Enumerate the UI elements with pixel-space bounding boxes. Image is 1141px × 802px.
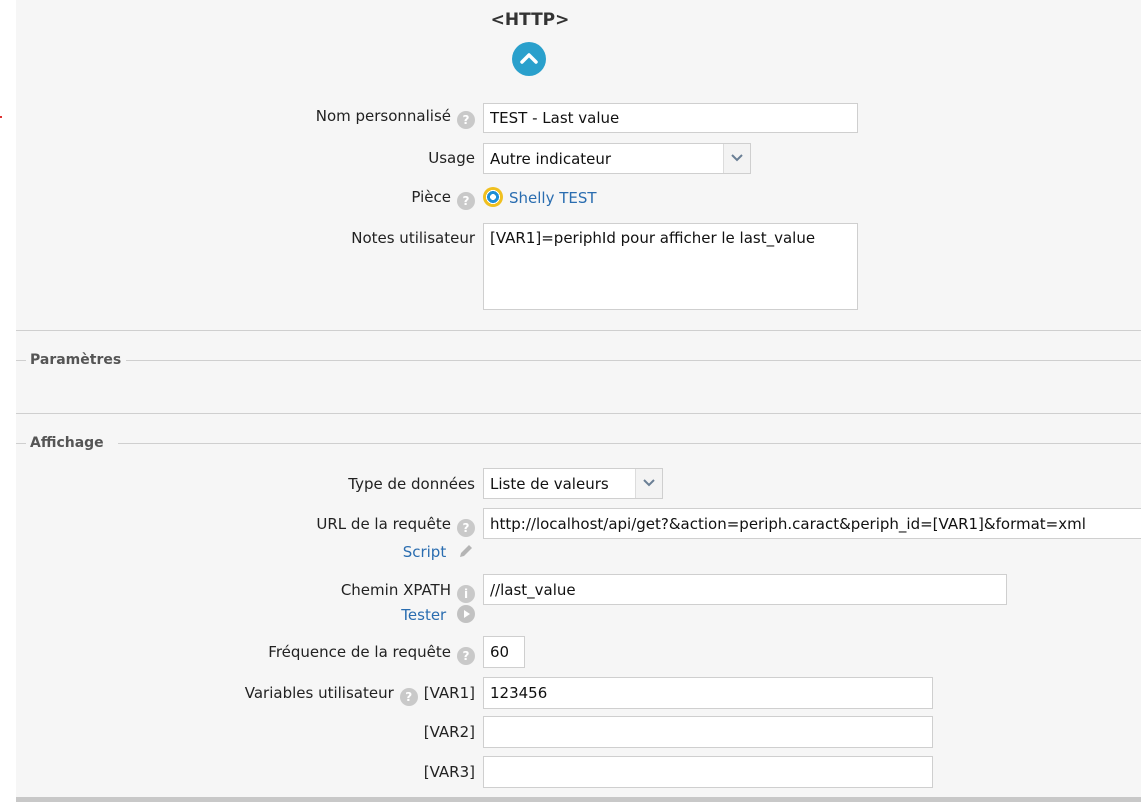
help-icon[interactable]: ? [457,111,475,129]
help-icon[interactable]: ? [399,688,418,706]
room-label: Pièce? [411,188,475,210]
usage-value: Autre indicateur [490,150,612,168]
name-input[interactable] [483,103,858,133]
play-icon[interactable] [457,605,475,623]
help-icon[interactable]: ? [457,647,475,665]
name-label: Nom personnalisé? [316,107,475,129]
var3-label: [VAR3] [423,763,475,781]
var2-input[interactable] [483,716,933,748]
tester-link[interactable]: Tester [401,605,475,624]
var3-input[interactable] [483,756,933,788]
var2-label: [VAR2] [423,723,475,741]
script-link[interactable]: Script [403,542,475,561]
divider [16,413,1141,414]
url-label: URL de la requête? [316,515,475,537]
var1-input[interactable] [483,677,933,709]
notes-label: Notes utilisateur [351,229,475,247]
room-icon [483,187,503,207]
data-type-value: Liste de valeurs [490,475,609,493]
usage-label: Usage [428,149,475,167]
data-type-select[interactable]: Liste de valeurs [483,468,663,499]
divider [16,330,1141,331]
page-title: <HTTP> [490,10,570,30]
usage-select[interactable]: Autre indicateur [483,143,751,174]
info-icon[interactable]: i [457,585,475,603]
bottom-border [16,797,1141,802]
url-input[interactable] [483,508,1141,539]
frequency-input[interactable] [483,636,525,668]
notes-textarea[interactable]: [VAR1]=periphId pour afficher le last_va… [483,223,858,310]
xpath-input[interactable] [483,574,1007,605]
chevron-down-icon [643,479,655,487]
variables-label: Variables utilisateur? [VAR1] [244,684,475,706]
chevron-up-icon [520,53,538,64]
data-type-label: Type de données [348,475,475,493]
help-icon[interactable]: ? [457,519,475,537]
params-section-header: Paramètres [16,352,1141,368]
chevron-down-icon [731,154,743,162]
help-icon[interactable]: ? [457,192,475,210]
frequency-label: Fréquence de la requête? [268,643,475,665]
xpath-label: Chemin XPATH i [341,581,475,603]
var1-label: [VAR1] [423,684,475,702]
collapse-button[interactable] [512,42,546,76]
display-section-header: Affichage [16,435,1141,451]
pencil-icon[interactable] [457,542,475,560]
red-marker [0,116,2,118]
room-link[interactable]: Shelly TEST [483,187,597,207]
